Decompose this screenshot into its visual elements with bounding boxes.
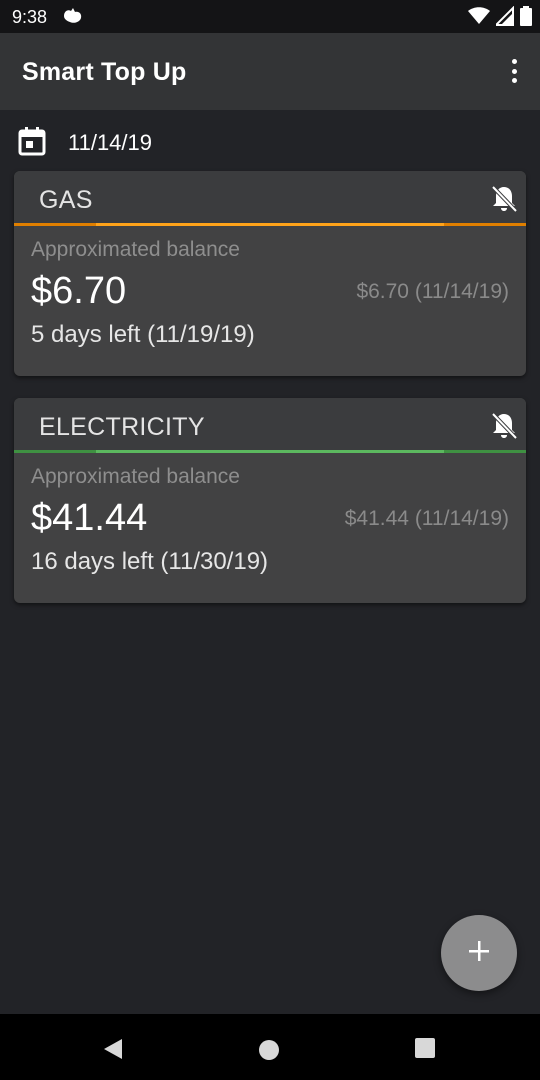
balance-label: Approximated balance: [31, 238, 240, 261]
card-body: Approximated balance $41.44 $41.44 (11/1…: [14, 453, 526, 603]
more-vert-icon[interactable]: [504, 55, 524, 87]
navigation-bar: [0, 1014, 540, 1080]
battery-icon: [520, 6, 532, 31]
card-header: GAS: [14, 171, 526, 226]
balance-value: $41.44: [31, 497, 148, 539]
card-header: ELECTRICITY: [14, 398, 526, 453]
date-text[interactable]: 11/14/19: [68, 130, 152, 156]
status-time: 9:38: [12, 7, 48, 27]
card-title: ELECTRICITY: [39, 413, 205, 441]
signal-icon: [493, 5, 514, 31]
date-selector[interactable]: 11/14/19: [18, 126, 152, 160]
days-left: 16 days left (11/30/19): [31, 548, 269, 575]
back-icon[interactable]: [103, 1038, 123, 1065]
home-icon[interactable]: [259, 1040, 279, 1060]
plus-icon: [468, 940, 490, 967]
add-button[interactable]: [441, 915, 517, 991]
days-left: 5 days left (11/19/19): [31, 321, 255, 348]
calendar-icon[interactable]: [18, 126, 46, 161]
status-bar: 9:38: [0, 0, 540, 33]
bell-off-icon[interactable]: [490, 184, 518, 214]
balance-label: Approximated balance: [31, 465, 240, 488]
electricity-card[interactable]: ELECTRICITY Approximated balance $41.44 …: [14, 398, 526, 603]
gas-card[interactable]: GAS Approximated balance $6.70 $6.70 (11…: [14, 171, 526, 376]
app-notification-icon: [62, 6, 84, 31]
card-body: Approximated balance $6.70 $6.70 (11/14/…: [14, 226, 526, 376]
reading-value: $6.70 (11/14/19): [356, 280, 509, 303]
balance-value: $6.70: [31, 270, 127, 312]
wifi-icon: [468, 6, 490, 31]
card-title: GAS: [39, 186, 93, 214]
bell-off-icon[interactable]: [490, 411, 518, 441]
recents-icon[interactable]: [415, 1038, 435, 1058]
reading-value: $41.44 (11/14/19): [344, 507, 509, 530]
app-title: Smart Top Up: [22, 58, 187, 86]
app-bar: Smart Top Up: [0, 33, 540, 110]
